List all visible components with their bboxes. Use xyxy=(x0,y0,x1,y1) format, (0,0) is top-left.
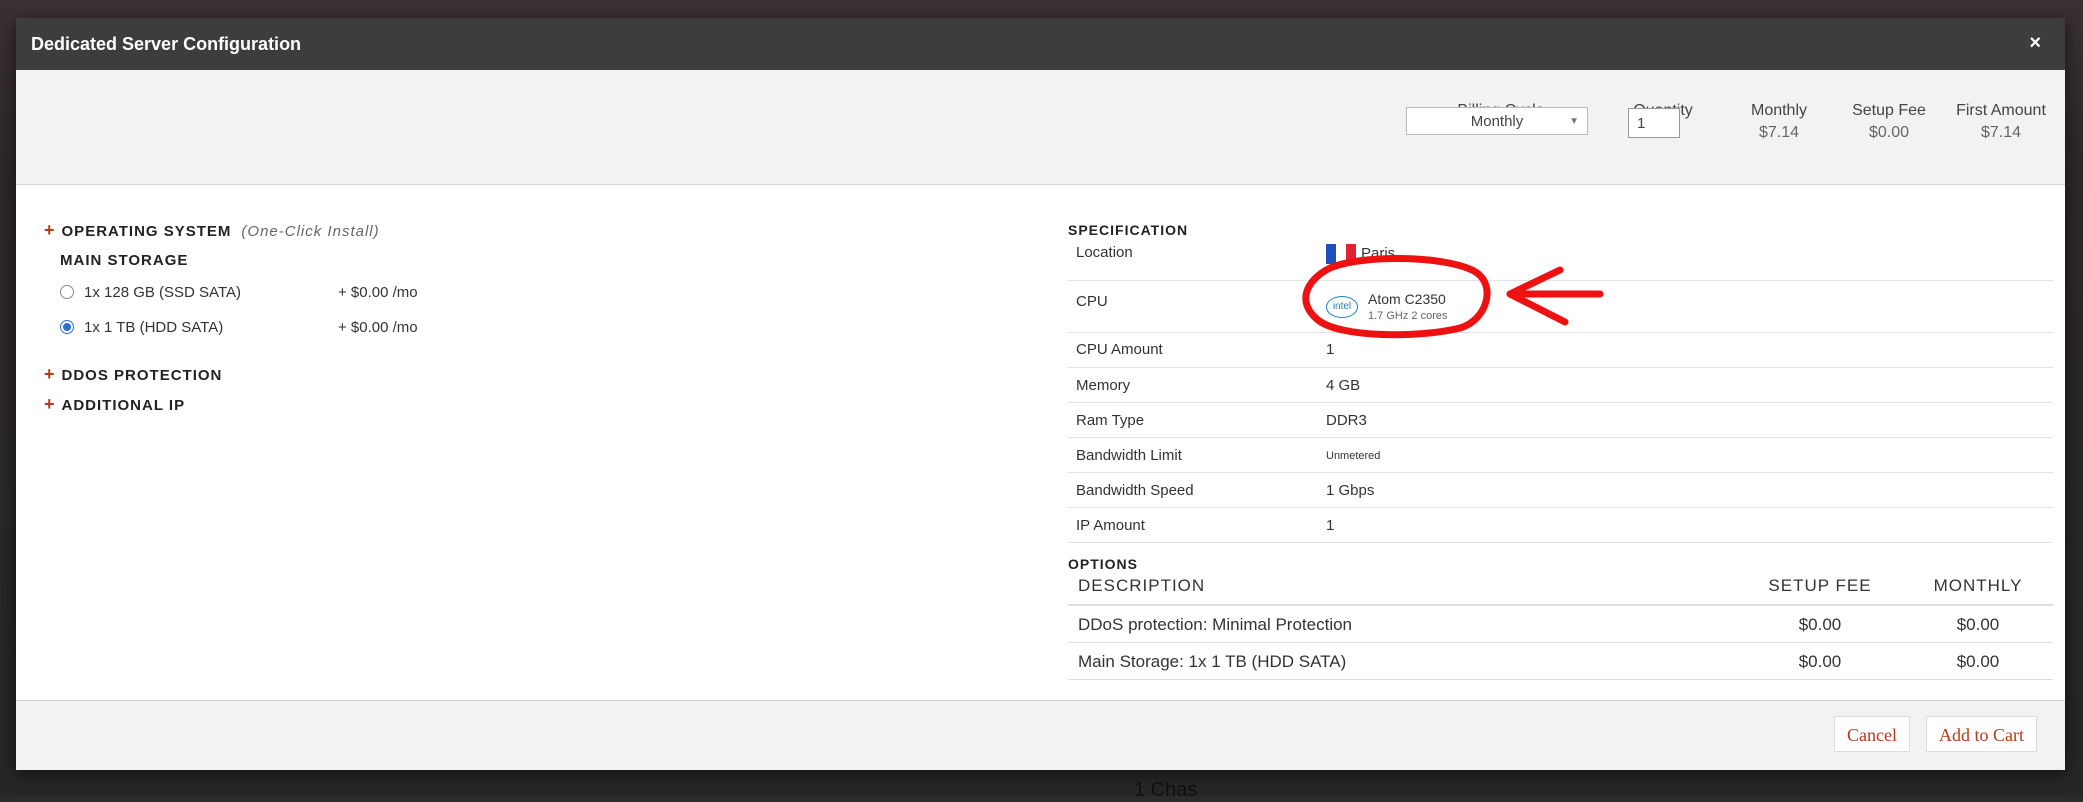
operating-system-toggle[interactable]: + OPERATING SYSTEM (One-Click Install) xyxy=(44,220,380,241)
column-header-description: DESCRIPTION xyxy=(1078,576,1206,595)
ram-type-value: DDR3 xyxy=(1326,412,1367,429)
cpu-amount-value: 1 xyxy=(1326,341,1335,358)
location-label: Location xyxy=(1076,244,1133,261)
column-header-setup-fee: SETUP FEE xyxy=(1768,576,1872,595)
billing-cycle-select[interactable]: Monthly ▼ xyxy=(1406,107,1588,135)
modal-header: Dedicated Server Configuration × xyxy=(16,18,2065,70)
cpu-detail: 1.7 GHz 2 cores xyxy=(1368,310,1448,322)
options-table: DESCRIPTION SETUP FEE MONTHLY DDoS prote… xyxy=(1068,566,2053,680)
background-partial-text: 1 Chas xyxy=(1134,779,1198,801)
spec-row-location: Location Paris xyxy=(1068,232,2053,281)
setup-fee-value: $0.00 xyxy=(1868,124,1910,141)
server-config-modal: Dedicated Server Configuration × Billing… xyxy=(16,18,2065,770)
add-to-cart-button[interactable]: Add to Cart xyxy=(1926,716,2037,752)
storage-option-label: 1x 128 GB (SSD SATA) xyxy=(84,284,241,301)
cpu-name: Atom C2350 xyxy=(1368,291,1446,307)
ip-amount-label: IP Amount xyxy=(1076,517,1145,534)
additional-ip-toggle[interactable]: + ADDITIONAL IP xyxy=(44,394,185,415)
operating-system-note: (One-Click Install) xyxy=(241,223,380,240)
table-row: Main Storage: 1x 1 TB (HDD SATA) $0.00 $… xyxy=(1068,643,2053,680)
main-storage-heading: MAIN STORAGE xyxy=(60,252,189,269)
monthly-label: Monthly xyxy=(1750,102,1808,119)
storage-option-price: + $0.00 /mo xyxy=(338,284,418,301)
expand-plus-icon: + xyxy=(44,220,56,240)
monthly-value: $7.14 xyxy=(1758,124,1800,141)
ram-type-label: Ram Type xyxy=(1076,412,1145,429)
spec-row-cpu-amount: CPU Amount 1 xyxy=(1068,333,2053,368)
location-city: Paris xyxy=(1361,244,1396,262)
storage-option-label: 1x 1 TB (HDD SATA) xyxy=(84,319,224,336)
ddos-protection-toggle[interactable]: + DDOS PROTECTION xyxy=(44,364,222,385)
memory-value: 4 GB xyxy=(1326,377,1361,394)
expand-plus-icon: + xyxy=(44,394,56,414)
modal-title: Dedicated Server Configuration xyxy=(31,34,302,54)
cpu-label: CPU xyxy=(1076,293,1108,310)
option-setup-fee: $0.00 xyxy=(1798,652,1842,671)
cpu-value: intel Atom C2350 1.7 GHz 2 cores xyxy=(1326,291,1447,322)
operating-system-label: OPERATING SYSTEM xyxy=(61,223,232,240)
modal-footer: Cancel Add to Cart xyxy=(16,700,2065,770)
spec-row-bandwidth-limit: Bandwidth Limit Unmetered xyxy=(1068,438,2053,473)
option-description: DDoS protection: Minimal Protection xyxy=(1078,615,1353,634)
order-summary-bar: Billing Cycle Quantity Monthly $7.14 Set… xyxy=(16,70,2065,185)
location-value: Paris xyxy=(1326,244,1395,264)
first-amount-label: First Amount xyxy=(1956,102,2046,119)
table-row: DDoS protection: Minimal Protection $0.0… xyxy=(1068,606,2053,643)
bandwidth-limit-label: Bandwidth Limit xyxy=(1076,447,1182,464)
spec-row-ip-amount: IP Amount 1 xyxy=(1068,508,2053,543)
setup-fee-column: Setup Fee $0.00 xyxy=(1844,102,1934,142)
spec-row-cpu: CPU intel Atom C2350 1.7 GHz 2 cores xyxy=(1068,281,2053,333)
first-amount-value: $7.14 xyxy=(1980,124,2022,141)
column-header-monthly: MONTHLY xyxy=(1933,576,2023,595)
dropdown-arrow-icon: ▼ xyxy=(1569,116,1579,127)
bandwidth-speed-label: Bandwidth Speed xyxy=(1076,482,1194,499)
monthly-column: Monthly $7.14 xyxy=(1734,102,1824,142)
additional-ip-label: ADDITIONAL IP xyxy=(61,397,186,414)
spec-row-ram-type: Ram Type DDR3 xyxy=(1068,403,2053,438)
radio-unchecked-icon[interactable] xyxy=(60,285,74,300)
radio-checked-icon[interactable] xyxy=(60,320,74,335)
option-monthly: $0.00 xyxy=(1956,652,2000,671)
ip-amount-value: 1 xyxy=(1326,517,1335,534)
memory-label: Memory xyxy=(1076,377,1131,394)
france-flag-icon xyxy=(1326,244,1356,264)
cpu-amount-label: CPU Amount xyxy=(1076,341,1163,358)
intel-logo-icon: intel xyxy=(1326,295,1358,318)
storage-option-hdd[interactable]: 1x 1 TB (HDD SATA) + $0.00 /mo xyxy=(60,319,418,336)
option-description: Main Storage: 1x 1 TB (HDD SATA) xyxy=(1078,652,1347,671)
ddos-protection-label: DDOS PROTECTION xyxy=(61,367,223,384)
setup-fee-label: Setup Fee xyxy=(1852,102,1926,119)
quantity-input[interactable]: 1 xyxy=(1628,108,1680,138)
first-amount-column: First Amount $7.14 xyxy=(1946,102,2056,142)
billing-cycle-selected-value: Monthly xyxy=(1470,113,1524,130)
options-table-header: DESCRIPTION SETUP FEE MONTHLY xyxy=(1068,566,2053,606)
option-setup-fee: $0.00 xyxy=(1798,615,1842,634)
option-monthly: $0.00 xyxy=(1956,615,2000,634)
cancel-button[interactable]: Cancel xyxy=(1834,716,1910,752)
bandwidth-limit-value: Unmetered xyxy=(1326,450,1381,462)
bandwidth-speed-value: 1 Gbps xyxy=(1326,482,1375,499)
storage-option-ssd[interactable]: 1x 128 GB (SSD SATA) + $0.00 /mo xyxy=(60,284,418,301)
storage-option-price: + $0.00 /mo xyxy=(338,319,418,336)
spec-row-bandwidth-speed: Bandwidth Speed 1 Gbps xyxy=(1068,473,2053,508)
spec-row-memory: Memory 4 GB xyxy=(1068,368,2053,403)
specification-table: Location Paris CPU intel Atom C2350 1.7 … xyxy=(1068,232,2053,543)
close-icon[interactable]: × xyxy=(2029,32,2041,55)
expand-plus-icon: + xyxy=(44,364,56,384)
